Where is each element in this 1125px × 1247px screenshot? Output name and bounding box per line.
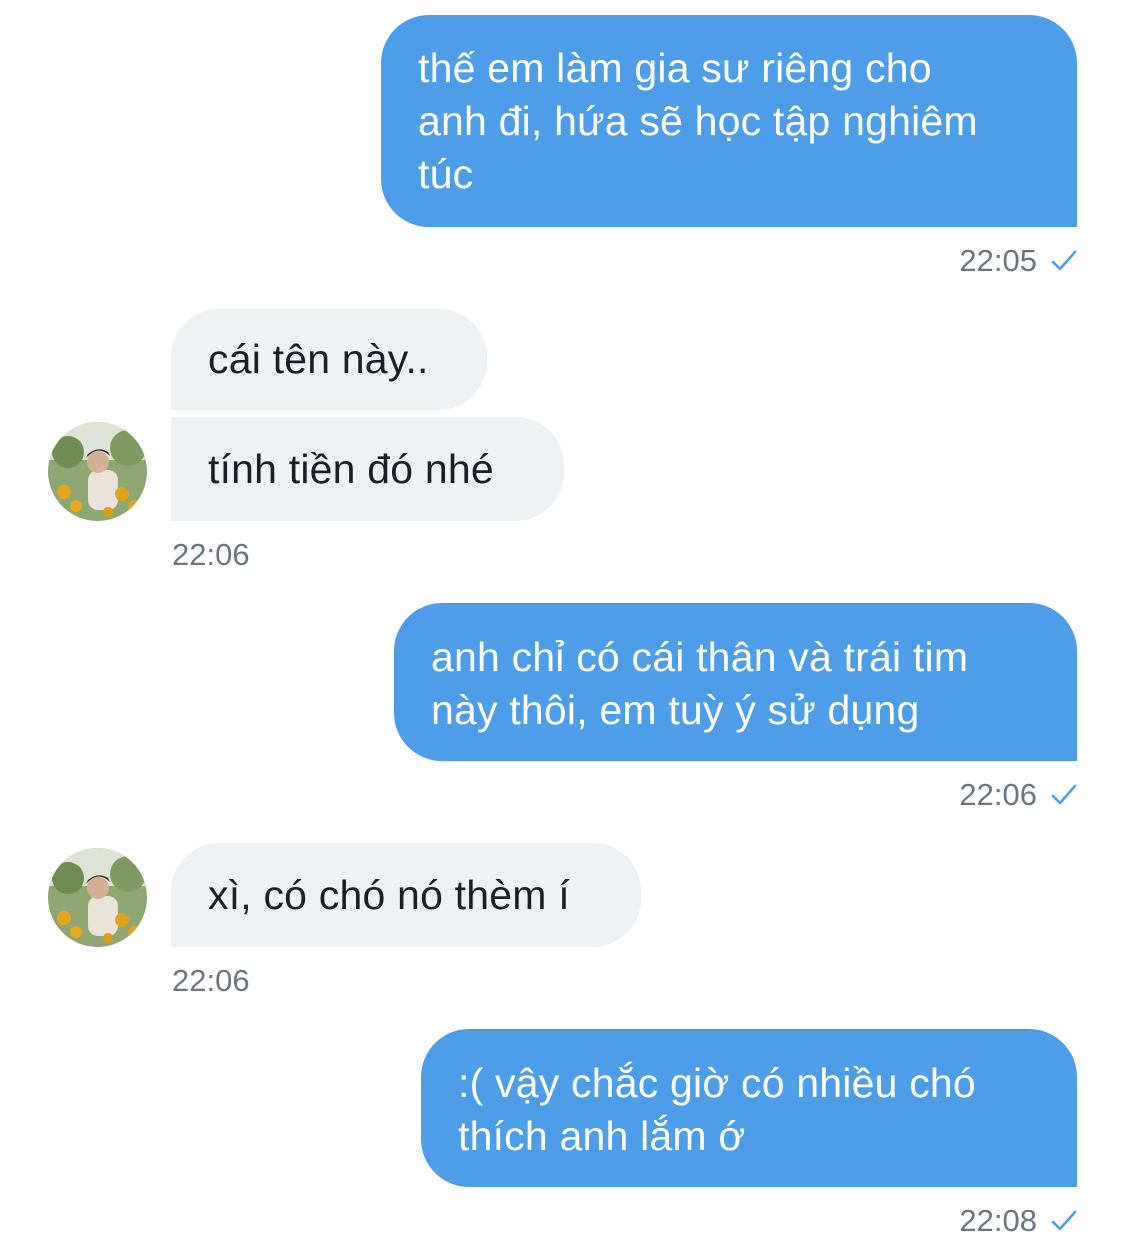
message-line: túc <box>418 151 474 197</box>
message-line: thế em làm gia sư riêng cho <box>418 45 932 91</box>
message-line: này thôi, em tuỳ ý sử dụng <box>431 687 920 733</box>
message-bubble-sent[interactable]: anh chỉ có cái thân và trái tim này thôi… <box>394 603 1077 761</box>
message-bubble-sent[interactable]: :( vậy chắc giờ có nhiều chó thích anh l… <box>421 1029 1077 1187</box>
check-icon <box>1051 1210 1077 1232</box>
message-bubble-received[interactable]: tính tiền đó nhé <box>171 417 564 521</box>
message-bubble-sent[interactable]: thế em làm gia sư riêng cho anh đi, hứa … <box>381 15 1077 227</box>
timestamp: 22:06 <box>959 777 1037 812</box>
avatar-icon[interactable] <box>48 422 147 521</box>
check-icon <box>1051 250 1077 272</box>
message-bubble-received[interactable]: cái tên này.. <box>171 309 487 410</box>
message-line: :( vậy chắc giờ có nhiều chó <box>458 1060 976 1106</box>
avatar-icon[interactable] <box>48 848 147 947</box>
message-line: cái tên này.. <box>208 336 429 382</box>
timestamp: 22:06 <box>172 537 250 572</box>
message-line: anh chỉ có cái thân và trái tim <box>431 634 969 680</box>
message-meta: 22:08 <box>959 1203 1077 1239</box>
timestamp: 22:05 <box>959 243 1037 278</box>
message-meta: 22:05 <box>959 243 1077 279</box>
message-line: anh đi, hứa sẽ học tập nghiêm <box>418 98 978 144</box>
message-line: xì, có chó nó thèm í <box>208 872 570 918</box>
timestamp: 22:06 <box>172 963 250 998</box>
message-meta: 22:06 <box>959 777 1077 813</box>
check-icon <box>1051 784 1077 806</box>
timestamp: 22:08 <box>959 1203 1037 1238</box>
message-line: thích anh lắm ớ <box>458 1113 746 1159</box>
message-line: tính tiền đó nhé <box>208 446 494 492</box>
message-bubble-received[interactable]: xì, có chó nó thèm í <box>171 843 641 947</box>
